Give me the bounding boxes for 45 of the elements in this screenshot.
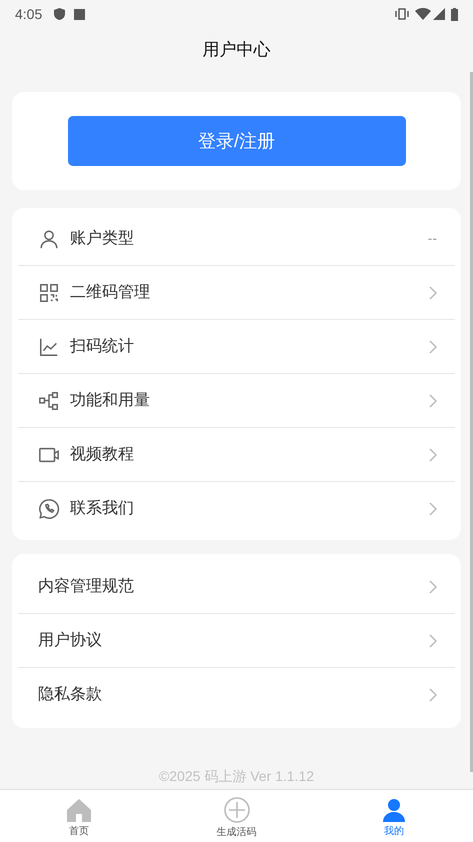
battery-icon bbox=[451, 8, 458, 20]
nodes-icon bbox=[38, 390, 60, 412]
vibrate-icon bbox=[395, 8, 409, 20]
phone-chat-icon bbox=[38, 498, 60, 520]
signal-icon bbox=[433, 8, 445, 20]
policy-label: 用户协议 bbox=[38, 630, 103, 650]
menu-item[interactable]: 账户类型 -- bbox=[18, 212, 455, 266]
menu-item[interactable]: 扫码统计 bbox=[18, 320, 455, 374]
menu-item[interactable]: 二维码管理 bbox=[18, 266, 455, 320]
menu-label: 二维码管理 bbox=[70, 282, 151, 302]
tab-item[interactable]: 首页 bbox=[0, 790, 158, 842]
chevron-right-icon bbox=[429, 394, 437, 408]
menu-item[interactable]: 联系我们 bbox=[18, 482, 455, 536]
chevron-right-icon bbox=[429, 340, 437, 354]
chevron-right-icon bbox=[429, 688, 437, 702]
login-register-button[interactable]: 登录/注册 bbox=[68, 116, 406, 166]
chevron-right-icon bbox=[429, 286, 437, 300]
menu-item[interactable]: 视频教程 bbox=[18, 428, 455, 482]
policy-item[interactable]: 内容管理规范 bbox=[18, 560, 455, 614]
chevron-right-icon bbox=[429, 580, 437, 594]
home-icon bbox=[66, 798, 92, 822]
menu-label: 账户类型 bbox=[70, 228, 135, 248]
status-time: 4:05 bbox=[15, 4, 42, 24]
menu-label: 功能和用量 bbox=[70, 390, 151, 410]
qr-code-icon bbox=[38, 282, 60, 304]
policy-label: 隐私条款 bbox=[38, 685, 103, 705]
chevron-right-icon bbox=[429, 502, 437, 516]
person-icon bbox=[382, 798, 406, 822]
chevron-right-icon bbox=[429, 634, 437, 648]
wifi-icon bbox=[415, 8, 431, 20]
plus-circle-icon bbox=[224, 796, 250, 822]
person-icon bbox=[38, 228, 60, 250]
account-type-value: -- bbox=[428, 229, 437, 248]
menu-label: 视频教程 bbox=[70, 444, 135, 464]
tab-item[interactable]: 生成活码 bbox=[158, 790, 316, 842]
policy-label: 内容管理规范 bbox=[38, 576, 135, 596]
menu-label: 联系我们 bbox=[70, 498, 135, 519]
policy-item[interactable]: 隐私条款 bbox=[18, 668, 455, 722]
tab-item[interactable]: 我的 bbox=[315, 790, 473, 842]
policy-item[interactable]: 用户协议 bbox=[18, 614, 455, 668]
chevron-right-icon bbox=[429, 448, 437, 462]
menu-label: 扫码统计 bbox=[70, 336, 135, 356]
page-title: 用户中心 bbox=[202, 39, 270, 62]
menu-item[interactable]: 功能和用量 bbox=[18, 374, 455, 428]
shield-icon bbox=[54, 8, 66, 20]
